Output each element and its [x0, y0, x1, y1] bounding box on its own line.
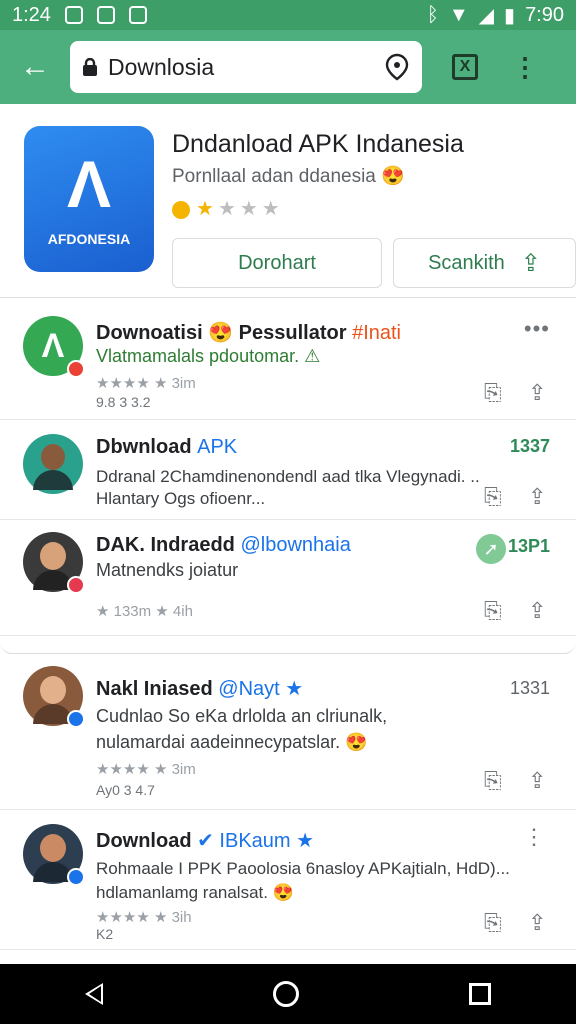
feed-item-count: 1331: [509, 678, 550, 698]
feed-item-meta: ★ 133m ★ 4ih: [96, 603, 193, 620]
app-icon-label: AFDONESIA: [47, 231, 131, 247]
app-logo-icon: Λ: [66, 147, 112, 221]
signal-icon: ◢: [478, 4, 495, 27]
feed-item-body: nulamardai aadeinnecypatslar. 😍: [96, 732, 368, 752]
share-icon[interactable]: ⇪: [528, 484, 546, 510]
feed-item-foot: K2: [96, 926, 114, 942]
feed-item-body: Matnendks joiatur: [96, 560, 239, 580]
feed-item-foot: Ay0 3 4.7: [96, 782, 155, 798]
feed-item-body: Hlantary Ogs ofioenr...: [96, 489, 266, 508]
browser-toolbar: ← Downlosia X ⋮: [0, 30, 576, 104]
url-bar[interactable]: Downlosia: [70, 41, 422, 93]
search-button[interactable]: Scankith ⇪: [393, 238, 576, 288]
star-icon: ★★★: [217, 198, 284, 220]
app-rating: ★★★★: [172, 196, 284, 221]
badge-dot: [67, 576, 85, 594]
tabs-icon[interactable]: X: [452, 54, 478, 80]
feed-item-body: Vlatmamalals pdoutomar. ⚠: [96, 346, 321, 366]
feed-item-name: Download ✔ IBKaum ★: [96, 828, 314, 853]
edit-icon[interactable]: ⎘: [484, 598, 502, 624]
feed-item-body: hdlamanlamg ranalsat. 😍: [96, 883, 294, 902]
star-icon: ★: [196, 198, 218, 220]
url-text: Downlosia: [108, 53, 215, 80]
feed-item-name: Downoatisi 😍 Pessullator #Inati: [96, 320, 401, 345]
share-icon[interactable]: ⇪: [528, 768, 546, 794]
badge-dot: [67, 868, 85, 886]
status-bar: 1:24 ᛒ ▼ ◢ ▮ 7:90: [0, 0, 576, 30]
app-icon: Λ AFDONESIA: [24, 126, 154, 272]
avatar: [23, 434, 83, 494]
app-header: Λ AFDONESIA Dndanload APK Indanesia Porn…: [0, 104, 576, 298]
avatar: [23, 532, 85, 594]
feed-item-name-text: Nakl Iniased: [96, 678, 213, 700]
badge-dot: [67, 360, 85, 378]
share-icon[interactable]: ⇪: [528, 598, 546, 624]
feed-item-body: Rohmaale I PPK Paoolosia 6nasloy APKajti…: [96, 859, 510, 878]
feed-item-handle: @Nayt ★: [218, 678, 304, 700]
feed-item-name-text: DAK. Indraedd: [96, 534, 235, 556]
notification-icon: [64, 6, 83, 24]
feed-item-handle: #Inati: [352, 322, 402, 344]
more-options-icon[interactable]: •••: [524, 316, 550, 342]
battery-icon: ▮: [504, 4, 516, 27]
feed-item[interactable]: Λ Downoatisi 😍 Pessullator #Inati ••• Vl…: [0, 298, 576, 420]
feed-item-name-text: Download: [96, 830, 192, 852]
status-time-right: 7:90: [525, 3, 564, 26]
download-button[interactable]: Dorohart: [172, 238, 382, 288]
verified-icon: ➚: [476, 534, 506, 564]
feed-item-name-text: Dbwnload: [96, 436, 192, 458]
feed-item[interactable]: Nakl Iniased @Nayt ★ 1331 Cudnlao So eKa…: [0, 654, 576, 810]
feed-item-name-text: Downoatisi 😍 Pessullator: [96, 322, 347, 344]
feed-item-handle: APK: [197, 436, 238, 458]
bluetooth-icon: ᛒ: [426, 3, 439, 26]
edit-icon[interactable]: ⎘: [484, 380, 502, 406]
edit-icon[interactable]: ⎘: [484, 484, 502, 510]
nav-home-icon[interactable]: [273, 981, 299, 1007]
nav-back-icon[interactable]: [85, 983, 103, 1005]
feed-item-body: Cudnlao So eKa drlolda an clriunalk,: [96, 706, 388, 726]
app-subtitle: Pornllaal adan ddanesia 😍: [172, 166, 405, 187]
avatar: [23, 824, 85, 886]
search-button-label: Scankith: [428, 251, 505, 274]
feed-item-count: 1337: [509, 436, 550, 456]
section-divider: [0, 636, 576, 654]
feed-item-meta: ★★★★ ★ 3ih: [96, 909, 192, 926]
back-arrow-icon[interactable]: ←: [0, 50, 70, 84]
mail-icon: [96, 6, 115, 24]
avatar: [23, 666, 85, 728]
feed-item-foot: 9.8 3 3.2: [96, 394, 151, 410]
lock-icon: [83, 58, 97, 76]
feed-item-meta: ★★★★ ★ 3im: [96, 761, 196, 778]
avatar: Λ: [23, 316, 85, 378]
feed-item[interactable]: DAK. Indraedd @lbownhaia ➚ 13P1 Matnendk…: [0, 520, 576, 636]
system-nav-bar: [0, 964, 576, 1024]
feed-item-count: 13P1: [507, 536, 550, 556]
feed-item-handle: @lbownhaia: [240, 534, 351, 556]
image-icon: [128, 6, 147, 24]
feed-item-name: Nakl Iniased @Nayt ★: [96, 676, 303, 701]
app-title: Dndanload APK Indanesia: [172, 130, 464, 158]
overflow-menu-icon[interactable]: ⋮: [512, 52, 538, 83]
feed-item[interactable]: Dbwnload APK 1337 Ddranal 2Chamdinenonde…: [0, 420, 576, 520]
nav-recents-icon[interactable]: [469, 983, 491, 1005]
feed-item[interactable]: Download ✔ IBKaum ★ ⋮ Rohmaale I PPK Pao…: [0, 810, 576, 950]
wifi-icon: ▼: [448, 3, 469, 26]
download-button-label: Dorohart: [238, 251, 316, 274]
share-icon[interactable]: ⇪: [528, 380, 546, 406]
feed-item-name: Dbwnload APK: [96, 436, 237, 459]
edit-icon[interactable]: ⎘: [484, 768, 502, 794]
status-time-left: 1:24: [12, 3, 51, 26]
share-icon[interactable]: ⇪: [528, 910, 546, 936]
location-pin-icon[interactable]: [384, 53, 410, 81]
more-options-icon[interactable]: ⋮: [523, 824, 546, 850]
feed-item-meta: ★★★★ ★ 3im: [96, 375, 196, 392]
share-icon: ⇪: [520, 249, 541, 277]
rating-badge-icon: [172, 200, 190, 219]
feed-item-name: DAK. Indraedd @lbownhaia: [96, 534, 351, 557]
badge-dot: [67, 710, 85, 728]
feed-item-handle: ✔ IBKaum ★: [197, 830, 315, 852]
edit-icon[interactable]: ⎘: [484, 910, 502, 936]
